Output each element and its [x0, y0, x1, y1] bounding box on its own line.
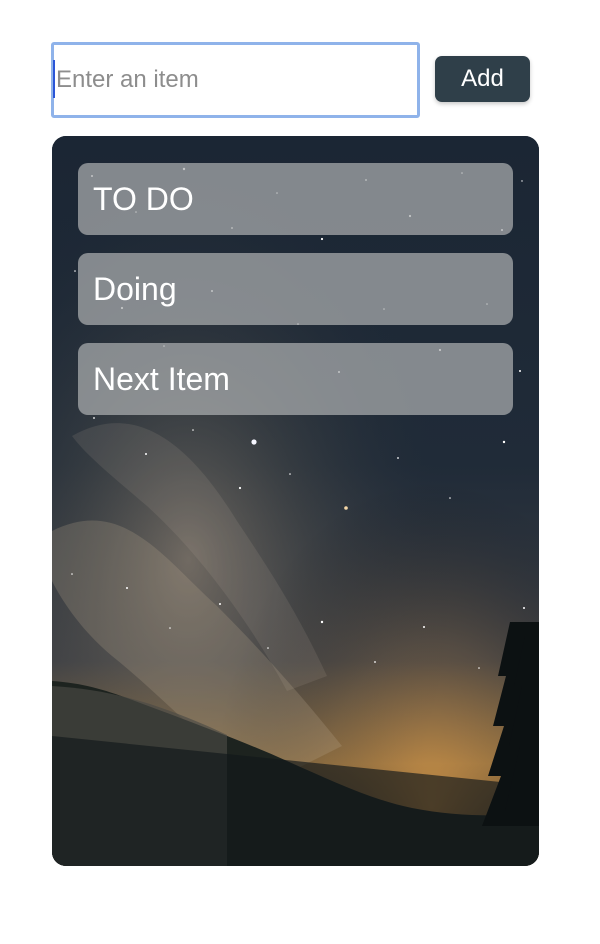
item-input[interactable]: [51, 42, 420, 118]
list-item[interactable]: TO DO: [78, 163, 513, 235]
task-list-panel: TO DO Doing Next Item: [52, 136, 539, 866]
todo-app-page: Add: [0, 0, 600, 944]
text-cursor: [53, 60, 55, 98]
add-item-form: Add: [51, 42, 541, 118]
task-list: TO DO Doing Next Item: [78, 163, 513, 415]
add-button[interactable]: Add: [435, 56, 530, 102]
list-item[interactable]: Doing: [78, 253, 513, 325]
list-item[interactable]: Next Item: [78, 343, 513, 415]
